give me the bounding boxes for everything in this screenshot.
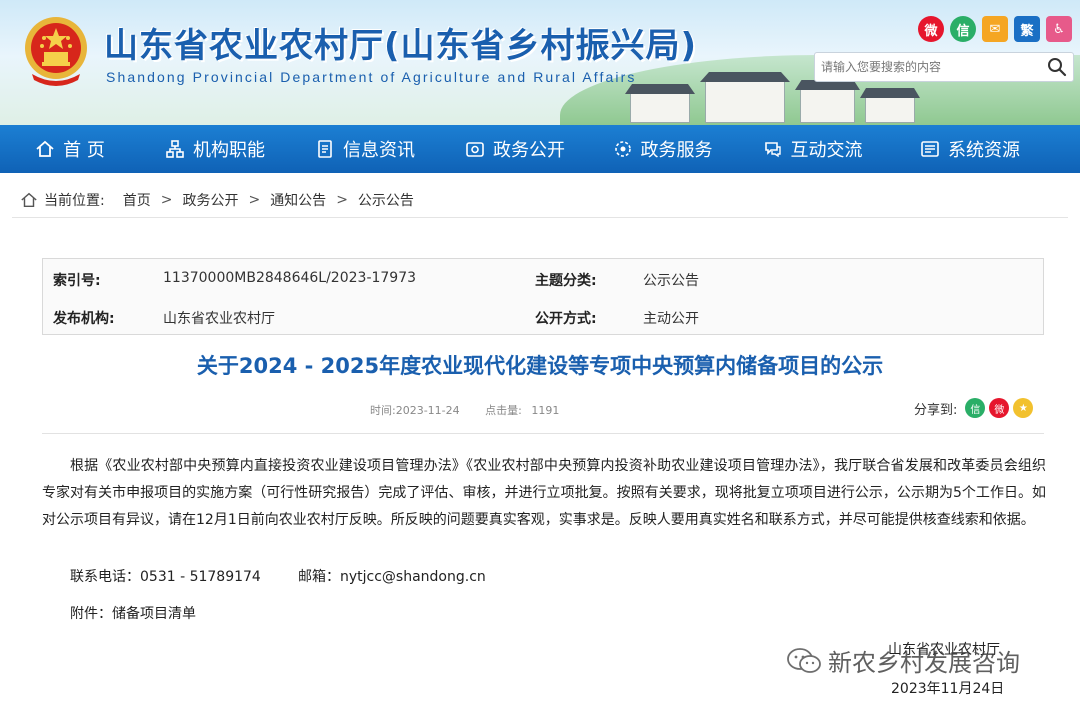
wechat-watermark: 新农乡村发展咨询 [786, 643, 1020, 678]
breadcrumb-separator: > [248, 192, 261, 208]
breadcrumb-link-open[interactable]: 政务公开 [182, 190, 238, 210]
org-icon [166, 140, 184, 158]
share-wechat-icon[interactable]: 信 [965, 398, 986, 418]
open-icon [466, 142, 484, 157]
nav-label: 互动交流 [790, 140, 863, 161]
method-label: 公开方式: [535, 311, 597, 327]
nav-label: 首 页 [63, 140, 105, 161]
traditional-chinese-toggle[interactable]: 繁 [1014, 16, 1040, 42]
document-icon [318, 140, 332, 158]
nav-item-service[interactable]: 政务服务 [590, 125, 735, 173]
publisher-label: 发布机构: [53, 311, 115, 327]
clicks-label: 点击量: [485, 404, 522, 417]
nav-label: 机构职能 [193, 140, 265, 161]
system-icon [921, 141, 939, 157]
home-icon [21, 192, 37, 208]
breadcrumb-link-public[interactable]: 公示公告 [358, 190, 414, 210]
share-qzone-icon[interactable]: ★ [1013, 398, 1034, 418]
search-box [814, 52, 1074, 82]
share-bar: 分享到: 信 微 ★ [914, 398, 1034, 418]
attachment-link[interactable]: 储备项目清单 [112, 606, 196, 622]
nav-item-info[interactable]: 信息资讯 [290, 125, 440, 173]
breadcrumb-link-home[interactable]: 首页 [123, 190, 151, 210]
top-icon-bar: 微 信 ✉ 繁 ♿ [918, 16, 1072, 42]
watermark-text: 新农乡村发展咨询 [828, 649, 1020, 677]
search-icon[interactable] [1047, 57, 1067, 77]
method-value: 主动公开 [643, 311, 699, 327]
site-header: 山东省农业农村厅(山东省乡村振兴局) Shandong Provincial D… [0, 0, 1080, 125]
service-icon [614, 141, 631, 157]
article-info: 时间:2023-11-24 点击量: 1191 [370, 402, 565, 418]
site-title: 山东省农业农村厅(山东省乡村振兴局) [104, 26, 698, 66]
share-label: 分享到: [914, 402, 958, 418]
share-weibo-icon[interactable]: 微 [989, 398, 1010, 418]
breadcrumb-separator: > [160, 192, 173, 208]
nav-item-home[interactable]: 首 页 [0, 125, 140, 173]
index-value: 11370000MB2848646L/2023-17973 [163, 270, 417, 286]
divider [12, 217, 1068, 218]
meta-info-table: 索引号: 11370000MB2848646L/2023-17973 主题分类:… [42, 258, 1044, 335]
wechat-icon[interactable]: 信 [950, 16, 976, 42]
breadcrumb-label: 当前位置: [44, 193, 105, 209]
article-time: 时间:2023-11-24 [370, 404, 460, 417]
nav-label: 系统资源 [948, 140, 1020, 161]
main-nav: 首 页 机构职能 信息资讯 政务公开 政务服务 互动交流 系统资源 [0, 125, 1080, 173]
site-subtitle: Shandong Provincial Department of Agricu… [106, 69, 637, 85]
nav-label: 信息资讯 [343, 140, 415, 161]
weibo-icon[interactable]: 微 [918, 16, 944, 42]
nav-item-org[interactable]: 机构职能 [140, 125, 290, 173]
divider [42, 433, 1044, 434]
breadcrumb-link-notice[interactable]: 通知公告 [270, 190, 326, 210]
nav-label: 政务公开 [493, 140, 565, 161]
topic-label: 主题分类: [535, 273, 597, 289]
wechat-icon [787, 647, 821, 673]
topic-value: 公示公告 [643, 273, 699, 289]
attachment-row: 附件：储备项目清单 [70, 603, 196, 623]
article-body: 根据《农业农村部中央预算内直接投资农业建设项目管理办法》《农业农村部中央预算内投… [42, 458, 1046, 528]
index-label: 索引号: [53, 273, 101, 289]
home-icon [36, 140, 54, 157]
publish-date: 2023年11月24日 [891, 681, 1005, 697]
attachment-label: 附件： [70, 606, 112, 622]
nav-item-open[interactable]: 政务公开 [440, 125, 590, 173]
nav-item-system[interactable]: 系统资源 [890, 125, 1050, 173]
national-emblem-logo [25, 17, 87, 86]
contact-email: 邮箱：nytjcc@shandong.cn [298, 569, 486, 585]
nav-item-interact[interactable]: 互动交流 [735, 125, 890, 173]
nav-label: 政务服务 [640, 140, 713, 161]
publisher-value: 山东省农业农村厅 [163, 311, 275, 327]
contact-phone: 联系电话：0531 - 51789174 [70, 569, 261, 585]
mail-icon[interactable]: ✉ [982, 16, 1008, 42]
accessibility-icon[interactable]: ♿ [1046, 16, 1072, 42]
breadcrumb-separator: > [336, 192, 348, 208]
clicks-count: 1191 [531, 404, 560, 417]
chat-icon [764, 142, 781, 158]
search-input[interactable] [815, 53, 1035, 81]
breadcrumb: 当前位置: 首页 > 政务公开 > 通知公告 > 公示公告 [20, 190, 414, 210]
article-title: 关于2024 - 2025年度农业现代化建设等专项中央预算内储备项目的公示 [196, 354, 884, 378]
